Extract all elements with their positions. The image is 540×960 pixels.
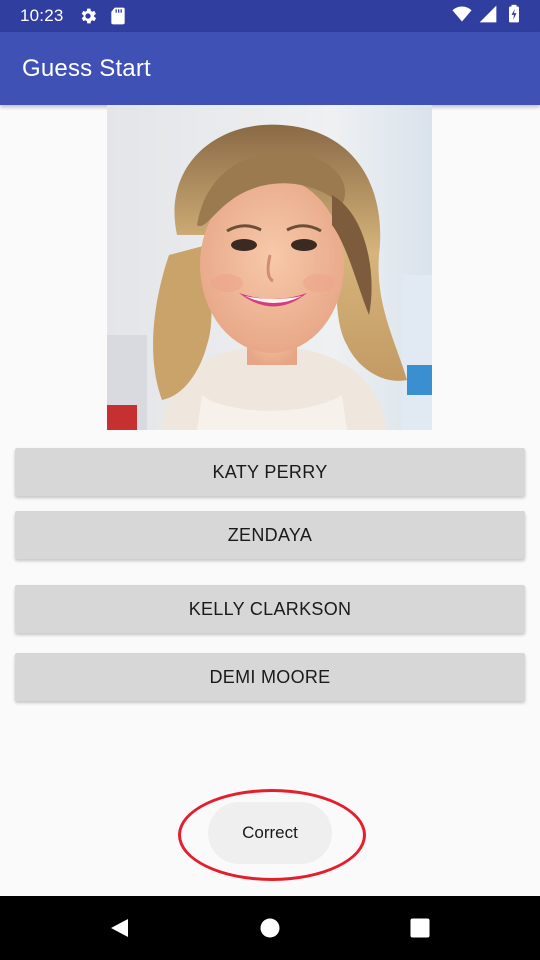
option-button-1[interactable]: KATY PERRY [15, 448, 525, 496]
option-button-3[interactable]: KELLY CLARKSON [15, 585, 525, 633]
celebrity-photo [107, 105, 432, 430]
signal-icon [479, 5, 497, 23]
navigation-bar [0, 896, 540, 960]
app-bar: Guess Start [0, 32, 540, 105]
option-button-4[interactable]: DEMI MOORE [15, 653, 525, 701]
wifi-icon [452, 6, 472, 22]
home-icon[interactable] [258, 916, 282, 940]
gear-icon [81, 8, 96, 24]
status-time: 10:23 [20, 6, 64, 25]
app-title: Guess Start [22, 54, 151, 82]
back-icon[interactable] [108, 916, 132, 940]
sd-card-icon [110, 7, 125, 25]
portrait-illustration [107, 105, 432, 430]
recents-icon[interactable] [408, 916, 432, 940]
battery-charging-icon [509, 4, 519, 23]
status-icons-left [78, 6, 128, 26]
status-icons-right [452, 4, 524, 24]
status-bar: 10:23 [0, 0, 540, 32]
highlight-ring [178, 789, 366, 881]
option-button-2[interactable]: ZENDAYA [15, 511, 525, 559]
